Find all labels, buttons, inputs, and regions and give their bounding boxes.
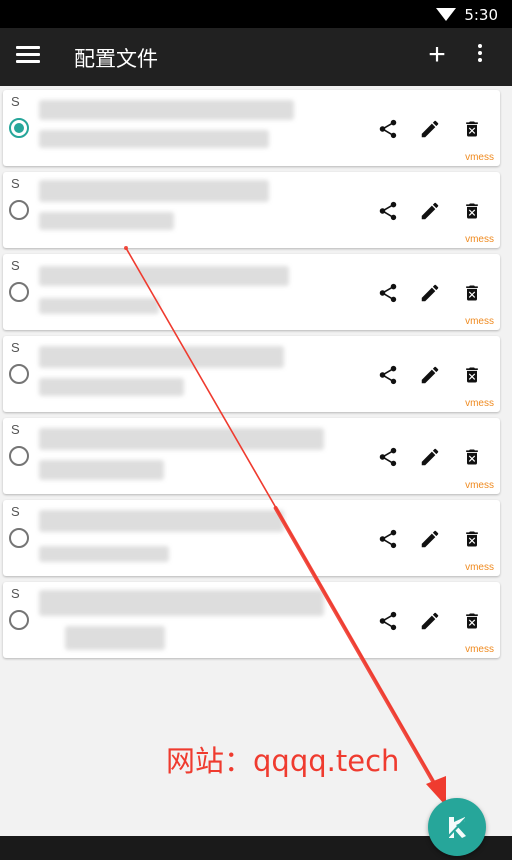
server-address-redacted <box>39 460 164 480</box>
server-card[interactable]: S vmess <box>3 582 500 658</box>
server-select-radio[interactable] <box>9 528 29 548</box>
hamburger-menu-icon[interactable] <box>16 46 40 66</box>
server-address-redacted <box>39 546 169 562</box>
server-name-redacted <box>39 346 284 368</box>
server-type-letter: S <box>11 340 20 355</box>
edit-pencil-icon[interactable] <box>419 118 441 140</box>
share-icon[interactable] <box>377 364 399 386</box>
server-name-redacted <box>39 100 294 120</box>
edit-pencil-icon[interactable] <box>419 200 441 222</box>
share-icon[interactable] <box>377 118 399 140</box>
edit-pencil-icon[interactable] <box>419 282 441 304</box>
delete-icon[interactable] <box>462 528 482 550</box>
delete-icon[interactable] <box>462 446 482 468</box>
connect-fab-button[interactable] <box>428 798 486 856</box>
server-select-radio[interactable] <box>9 610 29 630</box>
server-address-redacted <box>39 212 174 230</box>
server-card[interactable]: S vmess <box>3 172 500 248</box>
delete-icon[interactable] <box>462 610 482 632</box>
add-config-button[interactable]: + <box>425 38 449 72</box>
server-card[interactable]: S vmess <box>3 254 500 330</box>
server-card[interactable]: S vmess <box>3 418 500 494</box>
server-address-redacted <box>65 626 165 650</box>
share-icon[interactable] <box>377 200 399 222</box>
share-icon[interactable] <box>377 610 399 632</box>
server-type-letter: S <box>11 422 20 437</box>
protocol-tag: vmess <box>465 480 494 491</box>
more-vert-icon[interactable] <box>472 44 488 68</box>
connect-vpn-icon <box>445 815 469 840</box>
wifi-icon <box>436 8 456 21</box>
server-name-redacted <box>39 590 324 616</box>
protocol-tag: vmess <box>465 644 494 655</box>
edit-pencil-icon[interactable] <box>419 364 441 386</box>
edit-pencil-icon[interactable] <box>419 528 441 550</box>
server-type-letter: S <box>11 586 20 601</box>
server-select-radio[interactable] <box>9 200 29 220</box>
server-card[interactable]: S vmess <box>3 336 500 412</box>
server-type-letter: S <box>11 94 20 109</box>
protocol-tag: vmess <box>465 398 494 409</box>
app-toolbar: 配置文件 + <box>0 28 512 86</box>
server-card[interactable]: S vmess <box>3 500 500 576</box>
share-icon[interactable] <box>377 528 399 550</box>
server-type-letter: S <box>11 258 20 273</box>
share-icon[interactable] <box>377 282 399 304</box>
server-address-redacted <box>39 378 184 396</box>
server-name-redacted <box>39 266 289 286</box>
server-name-redacted <box>39 180 269 202</box>
server-type-letter: S <box>11 176 20 191</box>
edit-pencil-icon[interactable] <box>419 610 441 632</box>
delete-icon[interactable] <box>462 282 482 304</box>
server-select-radio[interactable] <box>9 364 29 384</box>
server-select-radio[interactable] <box>9 282 29 302</box>
server-card[interactable]: S vmess <box>3 90 500 166</box>
delete-icon[interactable] <box>462 364 482 386</box>
watermark-text: 网站：qqqq.tech <box>166 744 400 778</box>
page-title: 配置文件 <box>74 48 158 71</box>
server-address-redacted <box>39 298 159 314</box>
delete-icon[interactable] <box>462 200 482 222</box>
edit-pencil-icon[interactable] <box>419 446 441 468</box>
status-bar: 5:30 <box>0 0 512 28</box>
share-icon[interactable] <box>377 446 399 468</box>
server-name-redacted <box>39 428 324 450</box>
server-select-radio[interactable] <box>9 118 29 138</box>
protocol-tag: vmess <box>465 152 494 163</box>
delete-icon[interactable] <box>462 118 482 140</box>
status-time: 5:30 <box>464 6 498 24</box>
server-address-redacted <box>39 130 269 148</box>
server-name-redacted <box>39 510 284 532</box>
protocol-tag: vmess <box>465 234 494 245</box>
protocol-tag: vmess <box>465 316 494 327</box>
protocol-tag: vmess <box>465 562 494 573</box>
server-select-radio[interactable] <box>9 446 29 466</box>
server-type-letter: S <box>11 504 20 519</box>
